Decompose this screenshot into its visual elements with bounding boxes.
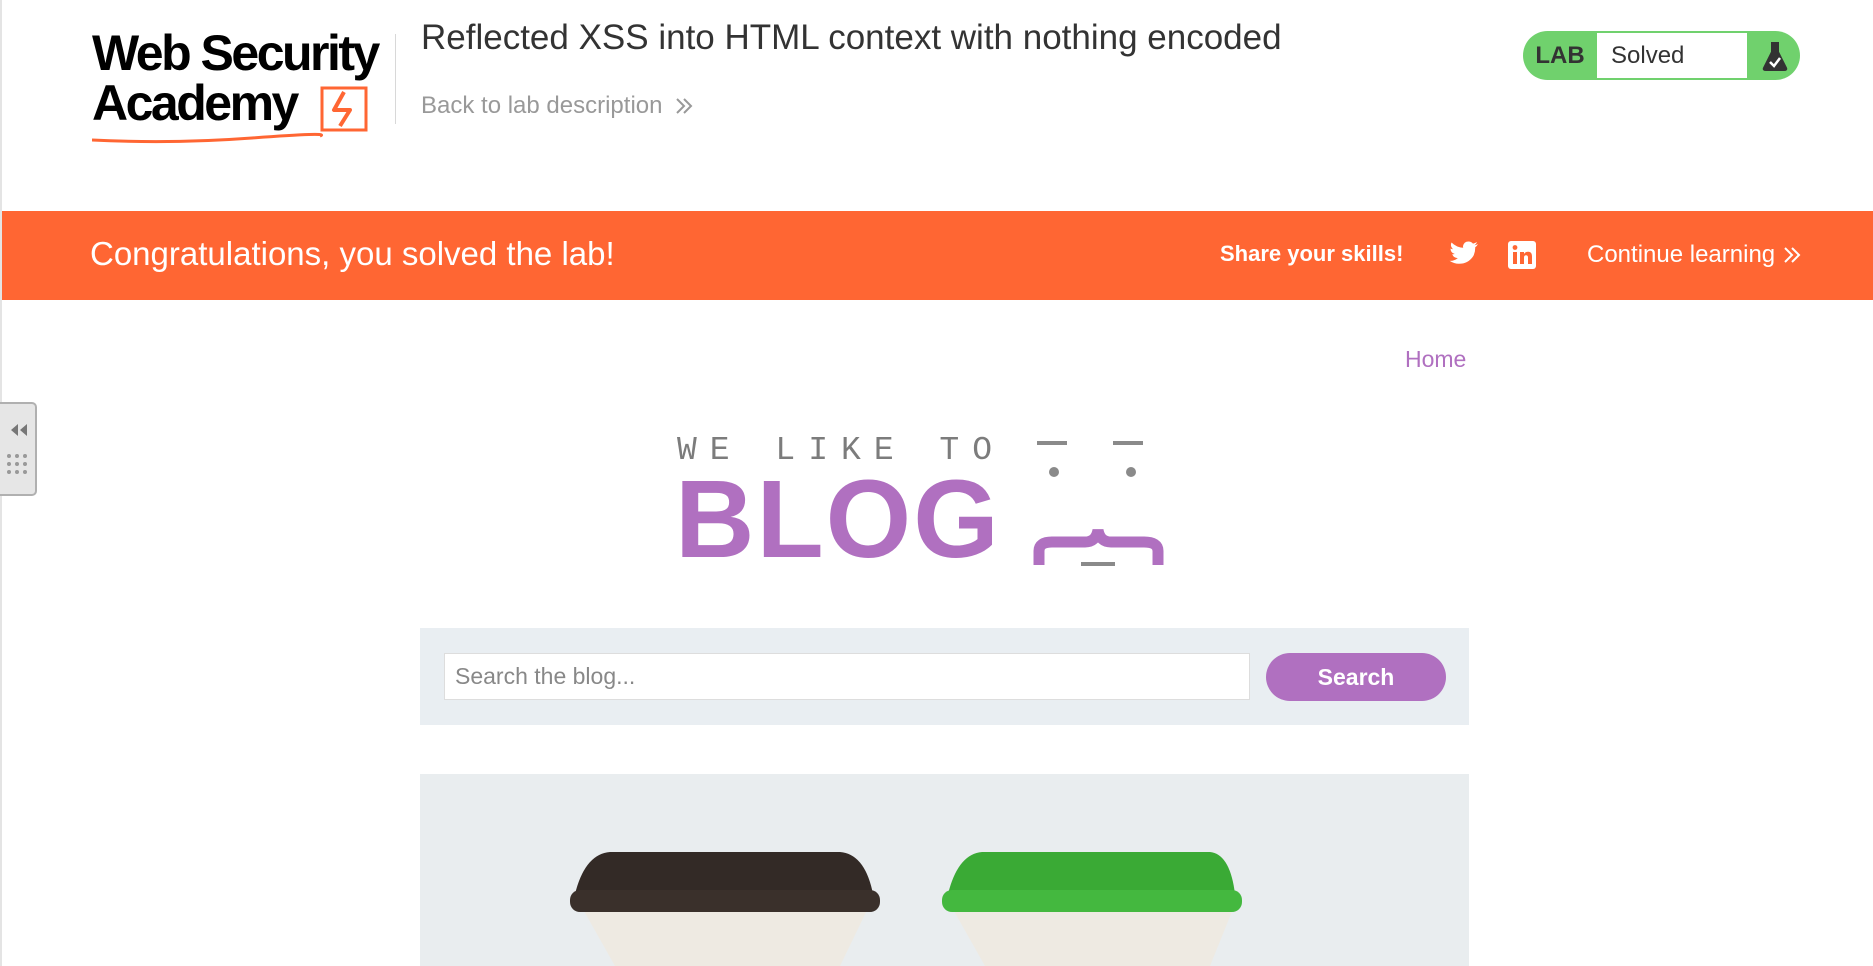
curly-brace-face-icon <box>1033 441 1164 566</box>
nav-home-link[interactable]: Home <box>1405 346 1466 373</box>
header-divider <box>395 34 396 124</box>
flask-icon <box>1749 31 1800 80</box>
logo-underline <box>92 132 323 144</box>
lab-title: Reflected XSS into HTML context with not… <box>421 18 1282 57</box>
blog-logo-wordmark: BLOG <box>675 458 1001 581</box>
lab-status-widget: LAB Solved <box>1523 31 1800 80</box>
grip-dots-icon <box>7 454 27 474</box>
congratulations-message: Congratulations, you solved the lab! <box>90 235 615 272</box>
coffee-cups-image <box>420 774 1469 966</box>
blog-search-input[interactable] <box>444 653 1250 700</box>
blog-search-panel: Search <box>420 628 1469 725</box>
back-to-lab-description-link[interactable]: Back to lab description <box>421 92 694 120</box>
share-skills-label: Share your skills! <box>1220 241 1404 266</box>
linkedin-icon[interactable] <box>1508 241 1536 269</box>
back-link-label: Back to lab description <box>421 92 663 119</box>
double-chevron-left-icon <box>11 424 27 436</box>
lab-status-value: Solved <box>1597 33 1747 78</box>
search-button[interactable]: Search <box>1266 653 1446 701</box>
logo-line1: Web Security <box>92 25 380 81</box>
blog-post-image[interactable] <box>420 774 1469 966</box>
web-security-academy-logo[interactable]: Web Security Academy <box>92 25 392 144</box>
double-chevron-right-icon <box>1784 247 1801 263</box>
side-panel-toggle[interactable] <box>0 402 37 496</box>
twitter-icon[interactable] <box>1449 241 1479 267</box>
continue-learning-label: Continue learning <box>1587 241 1776 268</box>
lab-badge: LAB <box>1535 42 1585 69</box>
double-chevron-right-icon <box>676 98 693 114</box>
blog-logo: WE LIKE TO BLOG <box>675 432 1215 577</box>
continue-learning-link[interactable]: Continue learning <box>1587 241 1801 269</box>
solved-banner: Congratulations, you solved the lab! Sha… <box>2 211 1873 300</box>
